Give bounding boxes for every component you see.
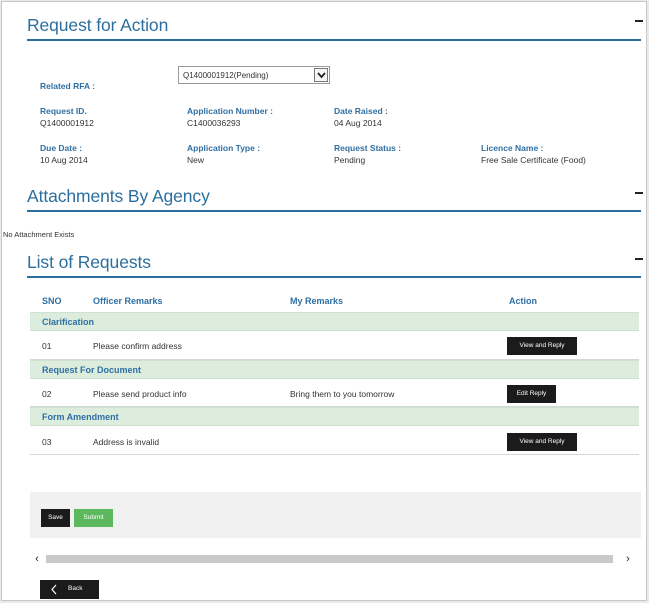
horizontal-scrollbar[interactable]: ‹ › [32,553,642,565]
related-rfa-value: Q1400001912(Pending) [183,71,269,80]
group-header-request-for-document: Request For Document [30,360,639,379]
group-name: Clarification [42,317,95,327]
list-of-requests-rule [27,276,641,278]
application-type-label: Application Type : [187,143,261,153]
request-for-action-rule [27,39,641,41]
edit-reply-button[interactable]: Edit Reply [507,385,556,403]
row-officer-remarks: Please confirm address [93,341,182,351]
row-divider [30,454,639,455]
row-sno: 02 [42,389,52,399]
list-of-requests-title: List of Requests [27,252,151,272]
date-raised-label: Date Raised : [334,106,388,116]
view-and-reply-button[interactable]: View and Reply [507,337,577,355]
form-actions-band [30,492,641,538]
row-officer-remarks: Address is invalid [93,437,160,447]
group-header-clarification: Clarification [30,312,639,331]
scroll-right-icon[interactable]: › [623,553,633,565]
attachments-title: Attachments By Agency [27,186,210,206]
column-header-action: Action [509,296,537,306]
scrollbar-thumb[interactable] [46,555,613,563]
scroll-left-icon[interactable]: ‹ [32,553,42,565]
collapse-request-for-action-icon[interactable] [635,20,643,22]
column-header-sno: SNO [42,296,62,306]
no-attachment-text: No Attachment Exists [3,230,75,239]
group-name: Form Amendment [42,412,119,422]
request-status-label: Request Status : [334,143,402,153]
request-for-action-title: Request for Action [27,15,169,35]
save-button[interactable]: Save [41,509,70,527]
collapse-attachments-icon[interactable] [635,192,643,194]
request-id-value: Q1400001912 [40,118,94,128]
due-date-label: Due Date : [40,143,83,153]
column-header-my-remarks: My Remarks [290,296,344,306]
licence-name-value: Free Sale Certificate (Food) [481,155,586,165]
attachments-rule [27,210,641,212]
chevron-left-icon [51,584,57,595]
request-id-label: Request ID. [40,106,87,116]
related-rfa-select[interactable]: Q1400001912(Pending) [178,66,330,84]
view-and-reply-button[interactable]: View and Reply [507,433,577,451]
page-frame: Request for Action Related RFA : Q140000… [1,1,647,601]
column-header-officer-remarks: Officer Remarks [93,296,163,306]
application-number-label: Application Number : [187,106,273,116]
group-name: Request For Document [42,365,142,375]
group-header-form-amendment: Form Amendment [30,407,639,426]
back-button[interactable]: Back [40,580,99,599]
request-status-value: Pending [334,155,366,165]
related-rfa-label: Related RFA : [40,81,95,91]
row-sno: 01 [42,341,52,351]
application-number-value: C1400036293 [187,118,241,128]
chevron-down-icon[interactable] [314,68,328,82]
submit-button[interactable]: Submit [74,509,113,527]
row-officer-remarks: Please send product info [93,389,187,399]
licence-name-label: Licence Name : [481,143,544,153]
application-type-value: New [187,155,205,165]
collapse-requests-icon[interactable] [635,258,643,260]
row-sno: 03 [42,437,52,447]
back-label: Back [68,585,83,592]
date-raised-value: 04 Aug 2014 [334,118,382,128]
due-date-value: 10 Aug 2014 [40,155,88,165]
row-my-remarks: Bring them to you tomorrow [290,389,395,399]
